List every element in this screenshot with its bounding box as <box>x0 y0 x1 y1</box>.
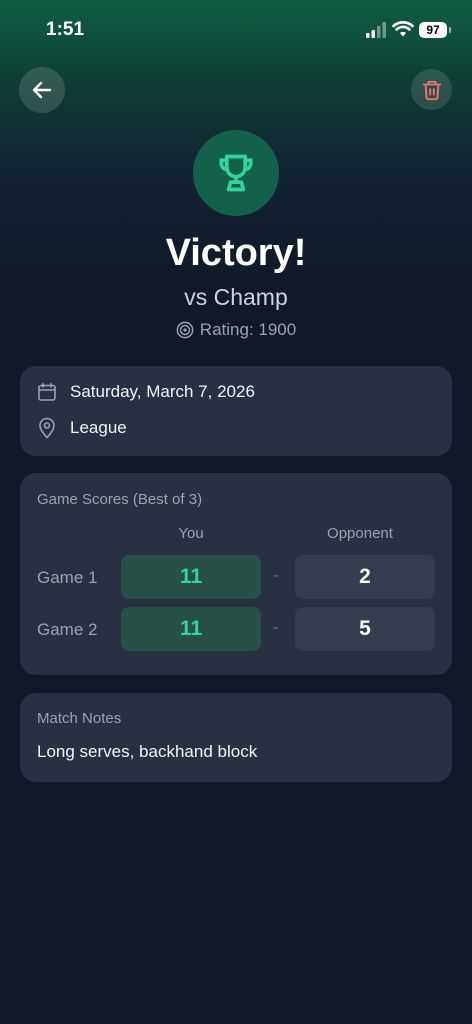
status-time: 1:51 <box>46 19 85 40</box>
match-date: Saturday, March 7, 2026 <box>70 382 255 401</box>
back-button[interactable] <box>19 67 65 113</box>
trophy-icon <box>219 154 253 192</box>
score-you: 11 <box>121 607 261 651</box>
rating-text: Rating: 1900 <box>199 320 297 339</box>
game-label: Game 1 <box>37 568 98 587</box>
score-opponent: 2 <box>295 555 435 599</box>
game-scores-title: Game Scores (Best of 3) <box>37 491 203 508</box>
match-type: League <box>70 418 127 437</box>
date-row: Saturday, March 7, 2026 <box>37 382 255 402</box>
target-icon <box>176 321 194 339</box>
score-separator: - <box>273 567 279 584</box>
location-pin-icon <box>39 417 55 439</box>
match-notes-text: Long serves, backhand block <box>37 742 258 761</box>
status-bar: 1:51 97 <box>0 0 472 60</box>
score-separator: - <box>273 619 279 636</box>
opponent-name: vs Champ <box>184 284 288 310</box>
wifi-icon <box>392 21 414 37</box>
column-header-you: You <box>178 525 204 542</box>
battery-indicator: 97 <box>419 22 451 38</box>
arrow-left-icon <box>32 81 52 99</box>
delete-button[interactable] <box>411 69 452 110</box>
match-type-row: League <box>37 417 127 439</box>
trash-icon <box>422 80 441 100</box>
calendar-icon <box>38 382 56 401</box>
cellular-signal-icon <box>366 22 386 38</box>
match-info-card <box>20 366 452 456</box>
match-notes-card <box>20 693 452 782</box>
column-header-opponent: Opponent <box>327 525 393 542</box>
result-title: Victory! <box>165 232 307 274</box>
score-you: 11 <box>121 555 261 599</box>
trophy-badge <box>193 130 279 216</box>
match-notes-title: Match Notes <box>37 710 122 727</box>
game-label: Game 2 <box>37 620 98 639</box>
score-opponent: 5 <box>295 607 435 651</box>
rating-row: Rating: 1900 <box>0 320 472 340</box>
